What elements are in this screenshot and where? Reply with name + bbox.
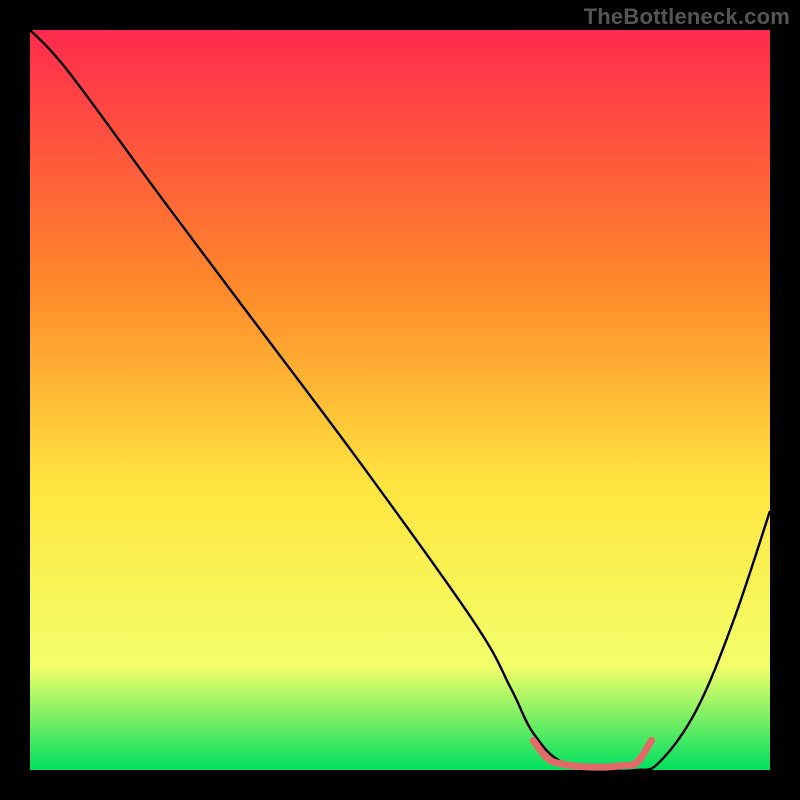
plot-background: [30, 30, 770, 770]
watermark-label: TheBottleneck.com: [584, 4, 790, 30]
bottleneck-chart: [0, 0, 800, 800]
chart-container: TheBottleneck.com: [0, 0, 800, 800]
